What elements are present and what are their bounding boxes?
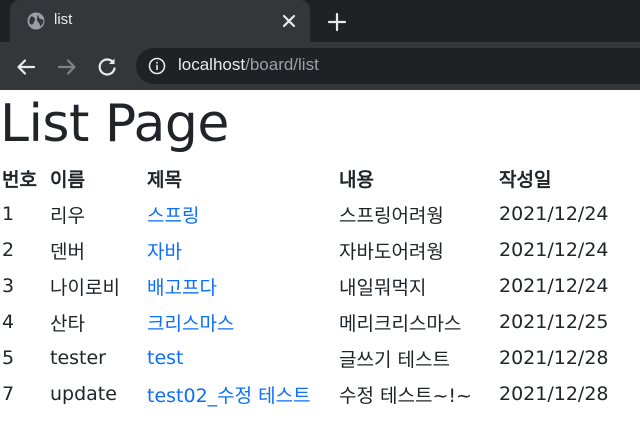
cell-content: 메리크리스마스 [339,312,462,335]
board-table: 번호 이름 제목 내용 작성일 1 리우 스프링 스프링어려웡 2021/12/… [0,160,637,412]
header-title: 제목 [147,168,182,191]
table-header-row: 번호 이름 제목 내용 작성일 [0,160,637,196]
table-row: 7 update test02_수정 테스트 수정 테스트~!~ 2021/12… [0,376,637,412]
reload-icon[interactable] [95,55,119,79]
url-path: /board/list [245,55,319,74]
browser-toolbar: localhost/board/list [0,42,640,90]
page-title: List Page [0,94,229,154]
url-host: localhost [178,55,246,74]
cell-writer: 산타 [50,312,85,335]
arrow-left-icon[interactable] [14,55,38,79]
cell-bno: 3 [2,275,15,297]
table-row: 3 나이로비 배고프다 내일뭐먹지 2021/12/24 [0,268,637,304]
post-title-link[interactable]: 스프링 [147,205,199,227]
tab-strip: list [0,0,640,42]
table-row: 4 산타 크리스마스 메리크리스마스 2021/12/25 [0,304,637,340]
header-content: 내용 [339,168,374,191]
info-icon[interactable] [148,57,166,75]
post-title-link[interactable]: test02_수정 테스트 [147,385,311,407]
plus-icon[interactable] [326,11,348,33]
cell-content: 수정 테스트~!~ [339,384,472,407]
tab-title: list [54,11,73,28]
address-bar[interactable]: localhost/board/list [136,48,640,84]
table-row: 2 덴버 자바 자바도어려웡 2021/12/24 [0,232,637,268]
cell-writer: 나이로비 [50,276,120,299]
header-bno: 번호 [2,168,37,191]
cell-writer: 리우 [50,204,85,227]
cell-bno: 1 [2,203,15,225]
cell-writer: update [50,383,117,405]
cell-bno: 5 [2,347,15,369]
cell-regdate: 2021/12/28 [499,347,609,369]
cell-content: 글쓰기 테스트 [339,348,450,371]
cell-content: 스프링어려웡 [339,204,444,227]
close-icon[interactable] [280,12,298,30]
cell-regdate: 2021/12/24 [499,203,609,225]
browser-tab[interactable]: list [10,0,310,42]
arrow-right-icon[interactable] [55,55,79,79]
cell-writer: tester [50,347,106,369]
cell-regdate: 2021/12/24 [499,239,609,261]
post-title-link[interactable]: 크리스마스 [147,313,234,335]
table-row: 5 tester test 글쓰기 테스트 2021/12/28 [0,340,637,376]
post-title-link[interactable]: 자바 [147,241,182,263]
cell-bno: 7 [2,383,15,405]
globe-icon [27,12,45,30]
url-text: localhost/board/list [178,55,319,75]
header-regdate: 작성일 [499,168,552,191]
cell-content: 내일뭐먹지 [339,276,427,299]
post-title-link[interactable]: test [147,347,184,369]
cell-writer: 덴버 [50,240,85,263]
header-writer: 이름 [50,168,85,191]
cell-content: 자바도어려웡 [339,240,444,263]
page-content: List Page 번호 이름 제목 내용 작성일 1 리우 스프링 스프링어려… [0,90,640,438]
cell-regdate: 2021/12/25 [499,311,609,333]
cell-regdate: 2021/12/24 [499,275,609,297]
cell-bno: 2 [2,239,15,261]
table-row: 1 리우 스프링 스프링어려웡 2021/12/24 [0,196,637,232]
post-title-link[interactable]: 배고프다 [147,277,217,299]
cell-regdate: 2021/12/28 [499,383,609,405]
cell-bno: 4 [2,311,15,333]
